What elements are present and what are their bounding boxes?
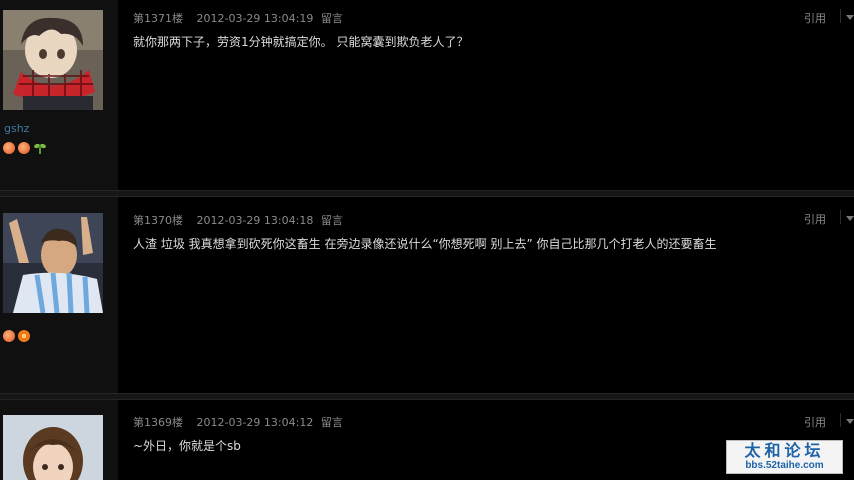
site-watermark: 太和论坛 bbs.52taihe.com xyxy=(726,440,843,474)
post-date: 2012-03-29 13:04:18 xyxy=(196,214,314,227)
post-date: 2012-03-29 13:04:12 xyxy=(196,416,314,429)
sprout-icon xyxy=(33,142,47,154)
post-divider xyxy=(0,393,854,400)
avatar[interactable] xyxy=(3,10,103,110)
post-date: 2012-03-29 13:04:19 xyxy=(196,12,314,25)
chevron-down-icon[interactable] xyxy=(846,15,854,20)
avatar-image xyxy=(3,213,103,313)
peach-icon xyxy=(18,142,30,154)
post-1371: gshz 第1371楼 2012-03-29 13:04:19 留言 就你那两下… xyxy=(0,0,854,190)
avatar-image xyxy=(3,10,103,110)
post-meta: 第1370楼 2012-03-29 13:04:18 留言 xyxy=(133,212,343,228)
watermark-title: 太和论坛 xyxy=(744,441,825,460)
floor-number: 第1369楼 xyxy=(133,416,183,429)
avatar-image xyxy=(3,415,103,480)
comment-link[interactable]: 留言 xyxy=(321,214,343,227)
post-content: 就你那两下子，劳资1分钟就搞定你。 只能窝囊到欺负老人了？ xyxy=(133,35,469,49)
post-meta: 第1369楼 2012-03-29 13:04:12 留言 xyxy=(133,414,343,430)
post-1370: 第1370楼 2012-03-29 13:04:18 留言 人渣 垃圾 我真想拿… xyxy=(0,197,854,393)
flower-icon xyxy=(18,330,30,342)
floor-number: 第1371楼 xyxy=(133,12,183,25)
quote-separator xyxy=(840,210,841,224)
username[interactable]: gshz xyxy=(4,122,29,135)
quote-separator xyxy=(840,413,841,427)
avatar[interactable] xyxy=(3,213,103,313)
peach-icon xyxy=(3,330,15,342)
medals xyxy=(3,330,30,342)
floor-number: 第1370楼 xyxy=(133,214,183,227)
medals xyxy=(3,142,47,154)
avatar[interactable] xyxy=(3,415,103,480)
chevron-down-icon[interactable] xyxy=(846,419,854,424)
watermark-url: bbs.52taihe.com xyxy=(745,460,824,471)
post-divider xyxy=(0,190,854,197)
quote-button[interactable]: 引用 xyxy=(804,414,826,430)
quote-button[interactable]: 引用 xyxy=(804,211,826,227)
peach-icon xyxy=(3,142,15,154)
quote-button[interactable]: 引用 xyxy=(804,10,826,26)
post-meta: 第1371楼 2012-03-29 13:04:19 留言 xyxy=(133,10,343,26)
comment-link[interactable]: 留言 xyxy=(321,12,343,25)
chevron-down-icon[interactable] xyxy=(846,216,854,221)
quote-separator xyxy=(840,9,841,23)
post-content: ~外日，你就是个sb xyxy=(133,439,241,453)
comment-link[interactable]: 留言 xyxy=(321,416,343,429)
post-content: 人渣 垃圾 我真想拿到砍死你这畜生 在旁边录像还说什么“你想死啊 别上去” 你自… xyxy=(133,237,717,251)
